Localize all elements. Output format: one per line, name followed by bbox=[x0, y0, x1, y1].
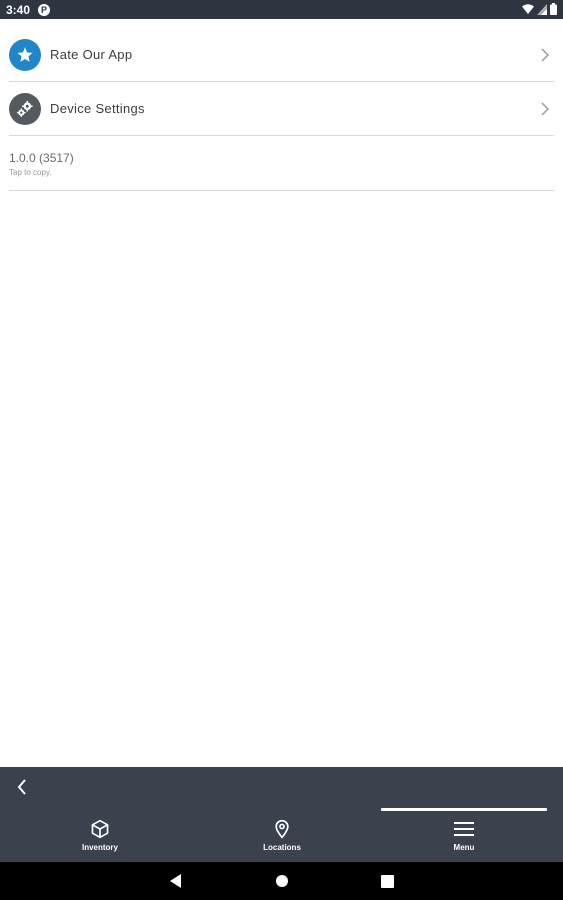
rate-our-app-item[interactable]: Rate Our App bbox=[9, 28, 554, 82]
version-copy-hint: Tap to copy. bbox=[9, 168, 52, 177]
hamburger-menu-icon bbox=[454, 819, 474, 839]
version-item[interactable]: 1.0.0 (3517) Tap to copy. bbox=[9, 137, 554, 191]
box-icon bbox=[90, 819, 110, 839]
back-button[interactable] bbox=[12, 777, 32, 797]
nav-home-button[interactable] bbox=[274, 873, 290, 889]
tab-inventory[interactable]: Inventory bbox=[6, 808, 194, 862]
device-settings-item[interactable]: Device Settings bbox=[9, 82, 554, 136]
square-recents-icon bbox=[380, 874, 394, 888]
tab-inventory-label: Inventory bbox=[81, 843, 118, 852]
back-bar bbox=[0, 767, 563, 808]
version-number: 1.0.0 (3517) bbox=[9, 151, 74, 165]
battery-icon bbox=[550, 3, 557, 15]
triangle-back-icon bbox=[170, 874, 181, 888]
system-navigation-bar bbox=[0, 862, 563, 900]
status-indicators bbox=[522, 3, 557, 15]
location-pin-icon bbox=[273, 819, 291, 839]
wifi-icon bbox=[522, 4, 534, 14]
gears-icon bbox=[9, 92, 41, 125]
nav-back-button[interactable] bbox=[168, 873, 184, 889]
chevron-right-icon bbox=[541, 47, 549, 62]
app-notification-icon: P bbox=[38, 3, 51, 16]
cell-signal-icon bbox=[537, 3, 547, 15]
star-icon bbox=[9, 38, 41, 71]
tab-bar: Inventory Locations Menu bbox=[0, 808, 563, 862]
rate-our-app-label: Rate Our App bbox=[50, 47, 133, 62]
circle-home-icon bbox=[276, 875, 288, 887]
nav-recents-button[interactable] bbox=[379, 873, 395, 889]
chevron-left-icon bbox=[17, 779, 26, 795]
status-bar: 3:40 P bbox=[0, 0, 563, 19]
chevron-right-icon bbox=[541, 101, 549, 116]
status-time: 3:40 bbox=[6, 2, 31, 17]
tab-locations[interactable]: Locations bbox=[188, 808, 376, 862]
tab-menu-label: Menu bbox=[453, 843, 475, 852]
tab-menu[interactable]: Menu bbox=[370, 808, 558, 862]
tab-locations-label: Locations bbox=[263, 843, 301, 852]
device-settings-label: Device Settings bbox=[50, 101, 145, 116]
